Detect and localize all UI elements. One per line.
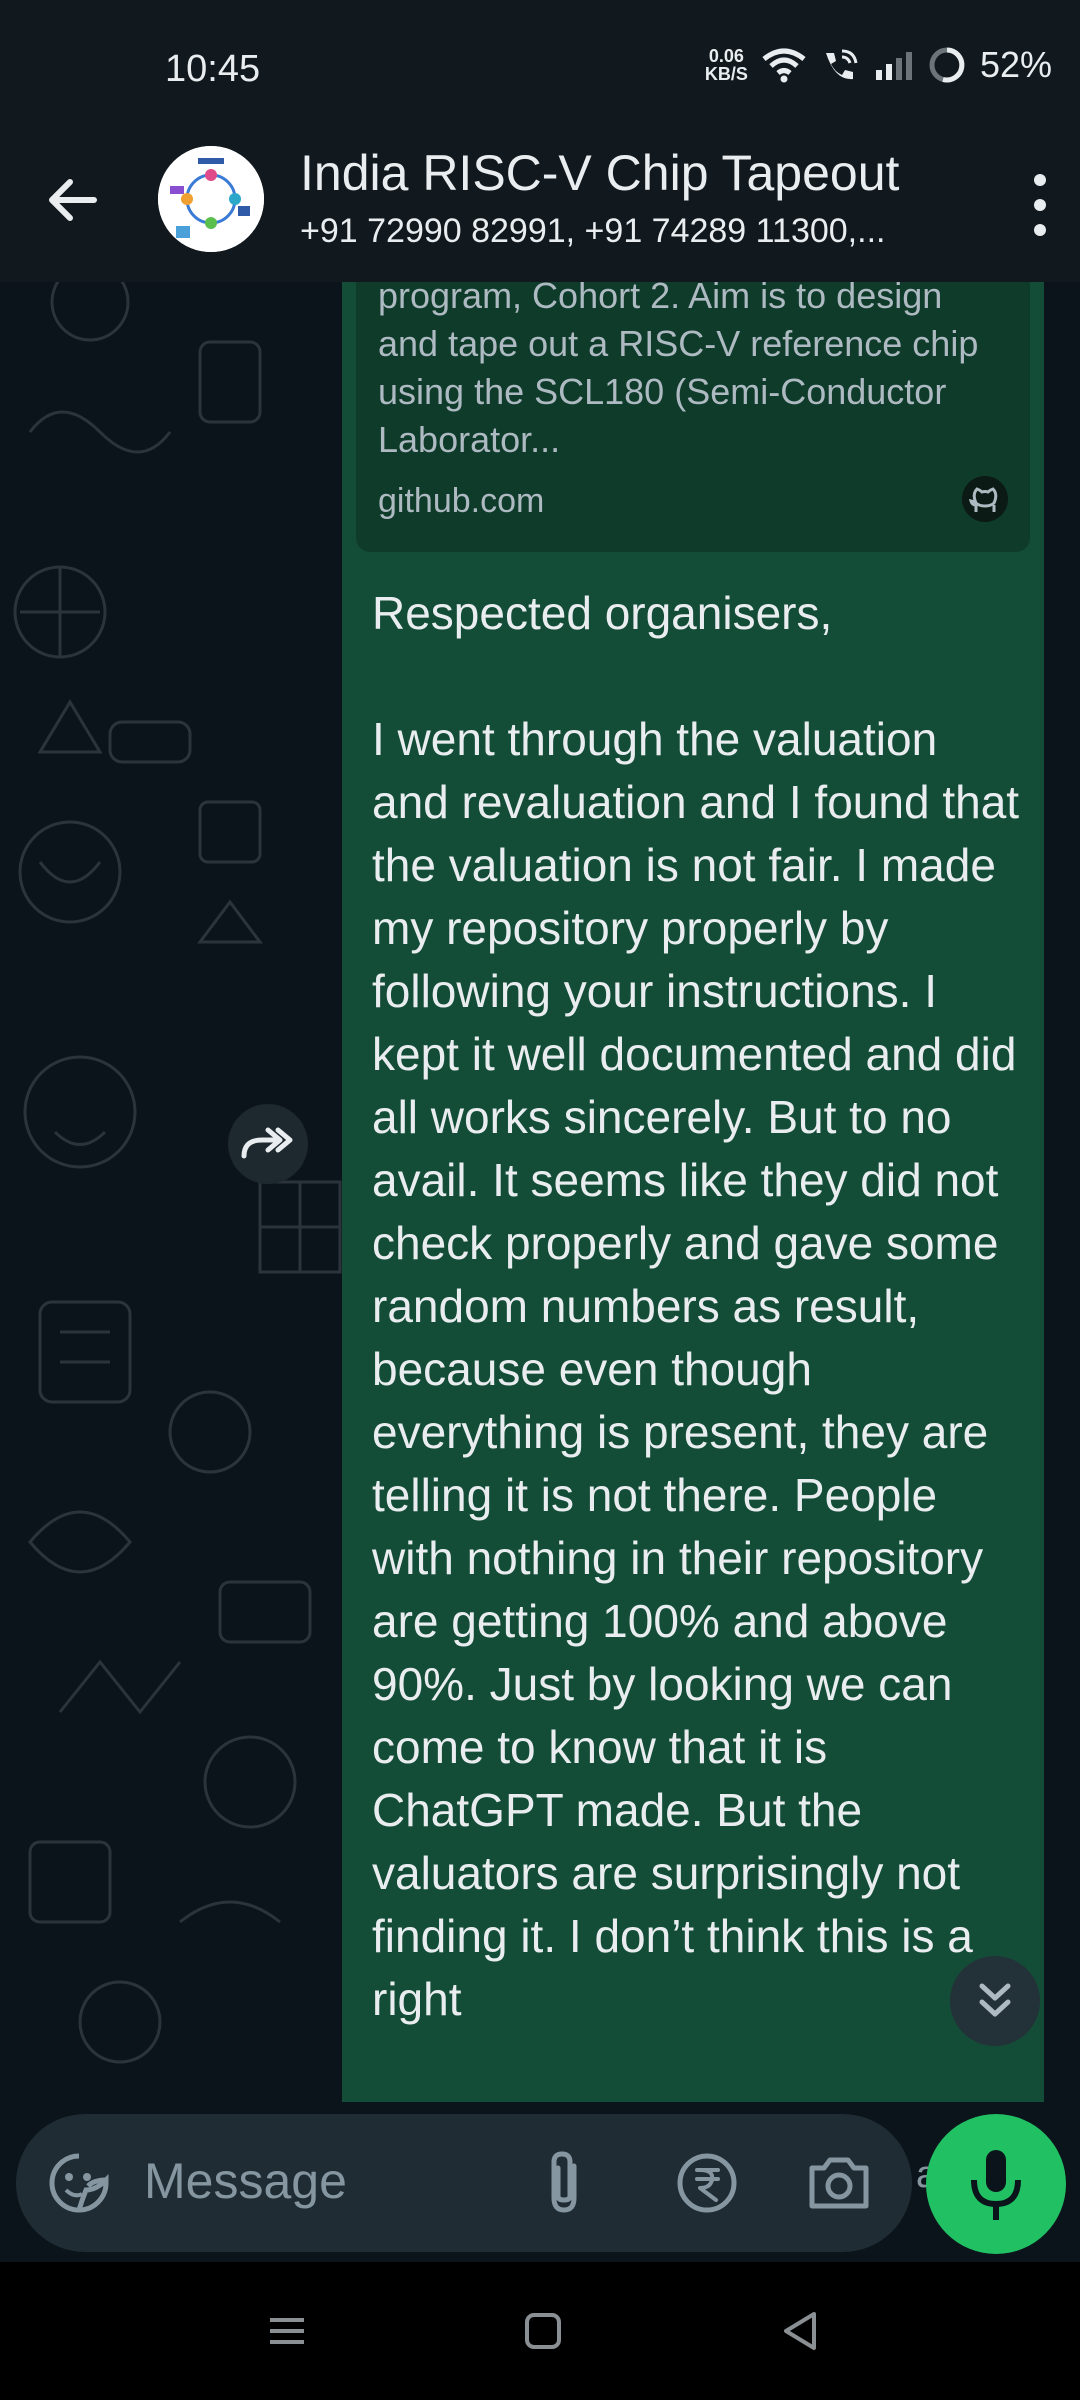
input-bar: Message a xyxy=(0,2102,1080,2262)
link-preview-description: program, Cohort 2. Aim is to design and … xyxy=(378,282,979,460)
status-time: 10:45 xyxy=(165,48,261,90)
group-title[interactable]: India RISC-V Chip Tapeout xyxy=(300,144,940,202)
battery-percent: 52% xyxy=(979,44,1052,85)
group-avatar[interactable] xyxy=(158,146,264,252)
chat-area[interactable]: program, Cohort 2. Aim is to design and … xyxy=(0,282,1080,2102)
wifi-calling-icon xyxy=(825,49,858,80)
back-triangle-icon[interactable] xyxy=(776,2306,826,2356)
battery-icon xyxy=(929,47,965,83)
recents-menu-icon[interactable] xyxy=(262,2306,312,2356)
chat-header: India RISC-V Chip Tapeout +91 72990 8299… xyxy=(0,140,1080,282)
group-members[interactable]: +91 72990 82991, +91 74289 11300,... xyxy=(300,212,960,251)
forward-button[interactable] xyxy=(228,1104,308,1184)
wifi-icon xyxy=(762,48,806,83)
github-icon xyxy=(962,476,1008,522)
mic-icon xyxy=(971,2150,1021,2220)
double-chevron-down-icon xyxy=(979,1983,1011,2017)
system-nav-bar xyxy=(0,2262,1080,2400)
home-icon[interactable] xyxy=(518,2306,568,2356)
message-bubble[interactable]: program, Cohort 2. Aim is to design and … xyxy=(342,282,1044,2102)
camera-icon[interactable] xyxy=(806,2152,872,2212)
back-arrow-icon[interactable] xyxy=(42,170,102,230)
status-icons: 0.06 KB/S 52% xyxy=(705,44,1052,86)
link-preview[interactable]: program, Cohort 2. Aim is to design and … xyxy=(356,282,1030,552)
sticker-icon[interactable] xyxy=(46,2150,112,2216)
link-preview-domain: github.com xyxy=(378,482,545,520)
signal-icon xyxy=(875,52,912,80)
net-speed: 0.06 KB/S xyxy=(704,46,748,84)
message-text: Respected organisers, I went through the… xyxy=(372,587,1020,2025)
forward-icon xyxy=(241,1127,293,1159)
attach-icon[interactable] xyxy=(536,2148,596,2218)
message-input[interactable]: Message xyxy=(144,2152,347,2210)
payment-rupee-icon[interactable] xyxy=(674,2150,740,2216)
scroll-to-bottom-button[interactable] xyxy=(950,1956,1040,2046)
group-logo-icon xyxy=(158,146,264,252)
message-input-box[interactable]: Message a xyxy=(16,2114,937,2252)
status-bar: 10:45 0.06 KB/S 52% xyxy=(0,0,1080,140)
mic-button[interactable] xyxy=(926,2114,1066,2254)
more-options-icon[interactable] xyxy=(1020,170,1060,240)
